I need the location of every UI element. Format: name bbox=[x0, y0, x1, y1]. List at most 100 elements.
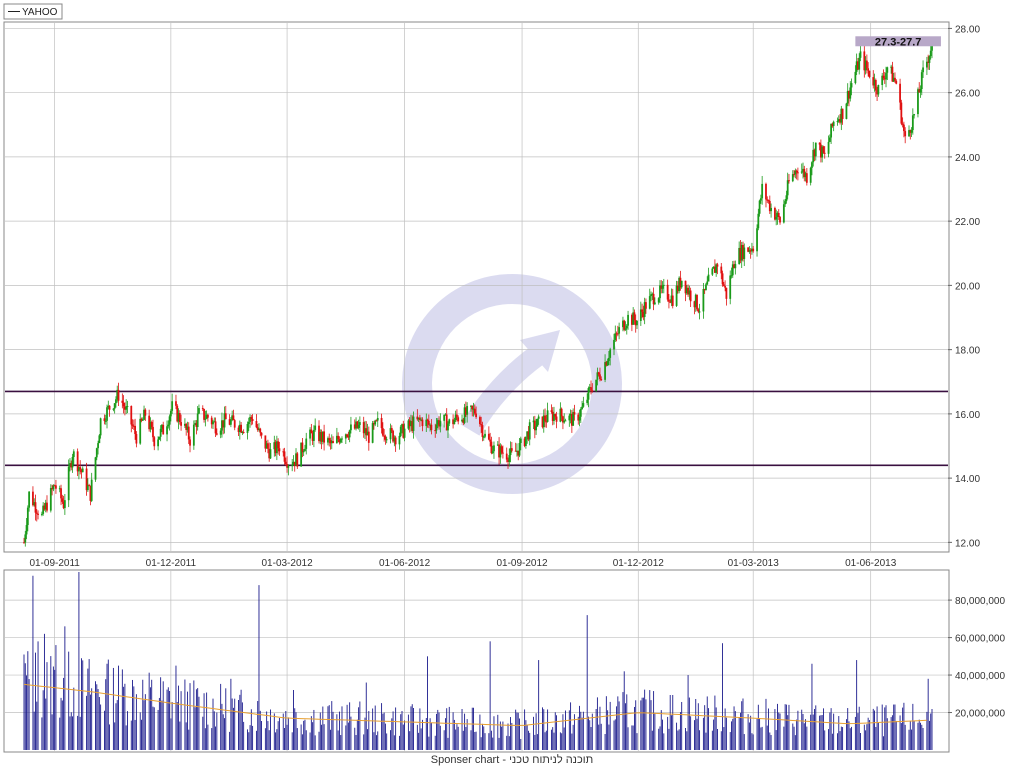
candle-body bbox=[633, 312, 636, 321]
candle-body bbox=[858, 57, 861, 70]
candle-body bbox=[505, 453, 508, 460]
candle-body bbox=[502, 452, 504, 454]
candle-body bbox=[752, 248, 755, 252]
volume-y-axis: 20,000,000 40,000,000 60,000,000 80,000,000 bbox=[948, 596, 1005, 720]
candle-body bbox=[555, 416, 558, 422]
candle-body bbox=[135, 434, 138, 444]
candle-body bbox=[375, 420, 378, 422]
candle-body bbox=[305, 438, 308, 449]
candle-body bbox=[196, 413, 199, 427]
candle-body bbox=[904, 131, 907, 137]
candle-body bbox=[63, 500, 66, 509]
candle-body bbox=[430, 424, 433, 431]
candle-body bbox=[917, 89, 919, 115]
candle-body bbox=[625, 325, 628, 329]
candle-body bbox=[895, 80, 898, 84]
candle-body bbox=[328, 438, 331, 440]
candle-body bbox=[348, 430, 351, 438]
candle-body bbox=[291, 464, 294, 467]
candle-body bbox=[734, 264, 737, 269]
candle-body bbox=[267, 443, 269, 449]
candle-body bbox=[204, 418, 207, 420]
candle-body bbox=[850, 83, 853, 88]
candle-body bbox=[367, 431, 370, 443]
candle-body bbox=[49, 488, 52, 511]
candle-body bbox=[421, 419, 424, 427]
candle-body bbox=[35, 512, 38, 514]
candle-body bbox=[805, 173, 808, 183]
candle-body bbox=[201, 408, 204, 410]
candle-body bbox=[722, 284, 725, 287]
candle-body bbox=[797, 172, 799, 174]
candle-body bbox=[171, 401, 174, 411]
candle-body bbox=[759, 198, 762, 201]
candle-body bbox=[457, 417, 460, 422]
candle-body bbox=[582, 403, 585, 407]
candle-body bbox=[139, 418, 142, 444]
candle-body bbox=[484, 433, 486, 437]
candle-body bbox=[473, 408, 476, 414]
candle-body bbox=[636, 320, 638, 326]
candle-body bbox=[716, 264, 719, 267]
candle-body bbox=[765, 183, 767, 200]
candle-body bbox=[671, 295, 674, 306]
candle-body bbox=[130, 406, 133, 425]
candle-body bbox=[697, 309, 700, 312]
candle-body bbox=[121, 400, 124, 403]
candle-body bbox=[877, 84, 880, 95]
candle-body bbox=[524, 436, 527, 447]
candle-body bbox=[131, 424, 134, 426]
price-x-tick-label: 01-06-2012 bbox=[379, 558, 431, 569]
candle-body bbox=[689, 290, 692, 302]
candle-body bbox=[475, 413, 477, 418]
candle-body bbox=[214, 421, 217, 434]
candle-body bbox=[662, 284, 665, 286]
candle-body bbox=[79, 467, 82, 470]
candle-body bbox=[756, 228, 758, 252]
candle-body bbox=[158, 436, 161, 440]
candle-body bbox=[730, 275, 733, 277]
candle-body bbox=[46, 502, 48, 511]
candle-body bbox=[339, 439, 342, 443]
candle-body bbox=[34, 502, 37, 513]
candle-body bbox=[384, 436, 387, 440]
candle-body bbox=[711, 268, 714, 275]
price-x-tick-label: 01-12-2012 bbox=[613, 558, 665, 569]
candle-body bbox=[398, 435, 401, 445]
candle-body bbox=[24, 534, 27, 543]
candle-body bbox=[597, 372, 600, 375]
candle-body bbox=[99, 418, 102, 436]
candle-body bbox=[394, 437, 397, 445]
candle-body bbox=[546, 410, 549, 422]
candle-body bbox=[341, 438, 343, 440]
candle-body bbox=[894, 77, 896, 81]
candle-body bbox=[302, 451, 305, 453]
candle-body bbox=[785, 195, 788, 202]
candle-body bbox=[814, 142, 817, 157]
candle-body bbox=[809, 167, 812, 183]
candle-body bbox=[427, 420, 430, 425]
candle-body bbox=[358, 422, 361, 425]
candle-body bbox=[159, 428, 162, 437]
candle-body bbox=[240, 424, 243, 433]
candle-body bbox=[97, 443, 99, 449]
candle-body bbox=[60, 488, 62, 499]
candle-body bbox=[371, 423, 374, 443]
candle-body bbox=[95, 448, 98, 458]
candle-body bbox=[175, 401, 177, 406]
candle-body bbox=[818, 142, 821, 145]
candle-body bbox=[203, 409, 205, 420]
legend: YAHOO bbox=[3, 3, 63, 20]
candle-body bbox=[312, 429, 315, 441]
candle-body bbox=[680, 280, 683, 288]
candle-body bbox=[609, 349, 612, 358]
candle-body bbox=[586, 399, 589, 404]
candle-body bbox=[627, 314, 629, 326]
candle-body bbox=[167, 424, 170, 427]
price-x-tick-label: 01-09-2011 bbox=[29, 558, 80, 569]
candle-body bbox=[232, 415, 235, 421]
candle-body bbox=[350, 424, 352, 431]
candle-body bbox=[337, 435, 340, 440]
candle-body bbox=[510, 448, 513, 451]
candle-body bbox=[399, 426, 402, 436]
